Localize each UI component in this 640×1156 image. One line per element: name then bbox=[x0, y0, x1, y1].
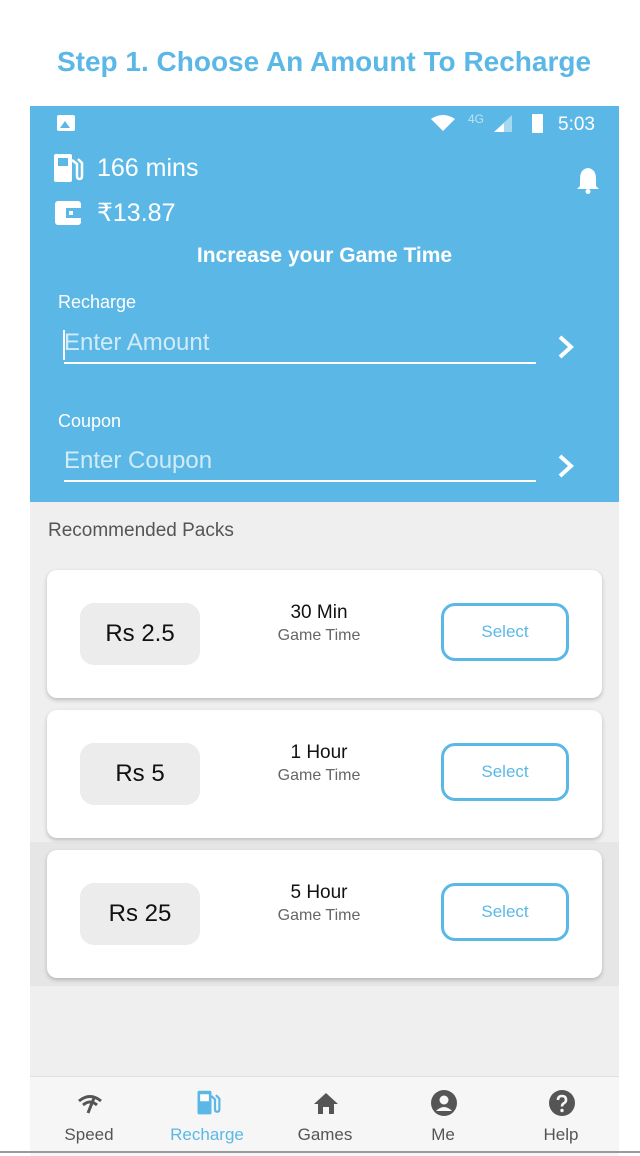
signal-icon bbox=[494, 115, 512, 132]
recharge-header: 4G 5:03 166 mins ₹13.87 Increase your Ga… bbox=[30, 106, 619, 502]
pack-price: Rs 25 bbox=[80, 883, 200, 945]
account-icon bbox=[431, 1090, 457, 1116]
minutes-balance: 166 mins bbox=[97, 153, 199, 182]
nav-item-me[interactable]: Me bbox=[384, 1077, 502, 1156]
wallet-balance: ₹13.87 bbox=[97, 199, 176, 227]
home-icon bbox=[314, 1093, 338, 1114]
pack-duration-block: 1 Hour Game Time bbox=[239, 742, 399, 785]
select-pack-button[interactable]: Select bbox=[441, 743, 569, 801]
bottom-navigation: Speed Recharge Games Me Help bbox=[30, 1076, 619, 1156]
coupon-input[interactable] bbox=[64, 442, 536, 482]
nav-item-recharge[interactable]: Recharge bbox=[148, 1077, 266, 1156]
pack-duration-block: 5 Hour Game Time bbox=[239, 882, 399, 925]
nav-label: Help bbox=[543, 1125, 579, 1144]
minutes-row: 166 mins bbox=[52, 153, 198, 183]
pack-card: Rs 25 5 Hour Game Time Select bbox=[47, 850, 602, 978]
status-bar: 4G 5:03 bbox=[30, 106, 619, 142]
nav-item-games[interactable]: Games bbox=[266, 1077, 384, 1156]
pack-card: Rs 2.5 30 Min Game Time Select bbox=[47, 570, 602, 698]
recharge-amount-input[interactable] bbox=[64, 324, 536, 364]
nav-item-speed[interactable]: Speed bbox=[30, 1077, 148, 1156]
help-icon bbox=[549, 1090, 575, 1116]
pack-duration: 30 Min bbox=[290, 602, 348, 623]
status-time: 5:03 bbox=[558, 114, 595, 135]
wallet-row: ₹13.87 bbox=[52, 198, 175, 228]
battery-icon bbox=[532, 114, 543, 133]
pack-card: Rs 5 1 Hour Game Time Select bbox=[47, 710, 602, 838]
recommended-packs-title: Recommended Packs bbox=[48, 520, 234, 541]
recharge-submit-chevron-icon[interactable] bbox=[555, 333, 577, 361]
divider bbox=[0, 1151, 640, 1153]
image-notification-icon bbox=[57, 115, 75, 131]
pack-duration-block: 30 Min Game Time bbox=[239, 602, 399, 645]
select-pack-button[interactable]: Select bbox=[441, 603, 569, 661]
pack-subtitle: Game Time bbox=[277, 767, 361, 784]
nav-label: Me bbox=[431, 1125, 455, 1144]
bell-icon[interactable] bbox=[576, 166, 600, 194]
pack-subtitle: Game Time bbox=[277, 627, 361, 644]
coupon-submit-chevron-icon[interactable] bbox=[555, 452, 577, 480]
coupon-label: Coupon bbox=[58, 411, 122, 431]
recharge-label: Recharge bbox=[58, 292, 137, 312]
app-screen: 4G 5:03 166 mins ₹13.87 Increase your Ga… bbox=[30, 106, 619, 1156]
pack-duration: 5 Hour bbox=[290, 882, 348, 903]
nav-item-help[interactable]: Help bbox=[502, 1077, 619, 1156]
speed-icon bbox=[78, 1095, 102, 1114]
pack-subtitle: Game Time bbox=[277, 907, 361, 924]
nav-label: Speed bbox=[64, 1125, 114, 1144]
fuel-icon bbox=[54, 154, 84, 182]
wifi-icon bbox=[431, 115, 455, 131]
nav-label: Recharge bbox=[170, 1125, 244, 1144]
step-caption: Step 1. Choose An Amount To Recharge bbox=[56, 46, 592, 77]
select-pack-button[interactable]: Select bbox=[441, 883, 569, 941]
header-title: Increase your Game Time bbox=[196, 244, 453, 267]
nav-label: Games bbox=[297, 1125, 353, 1144]
pack-price: Rs 5 bbox=[80, 743, 200, 805]
network-type: 4G bbox=[468, 112, 485, 126]
wallet-icon bbox=[55, 201, 81, 225]
text-cursor bbox=[63, 330, 65, 360]
pack-price: Rs 2.5 bbox=[80, 603, 200, 665]
pack-duration: 1 Hour bbox=[290, 742, 348, 763]
fuel-icon bbox=[197, 1090, 221, 1115]
